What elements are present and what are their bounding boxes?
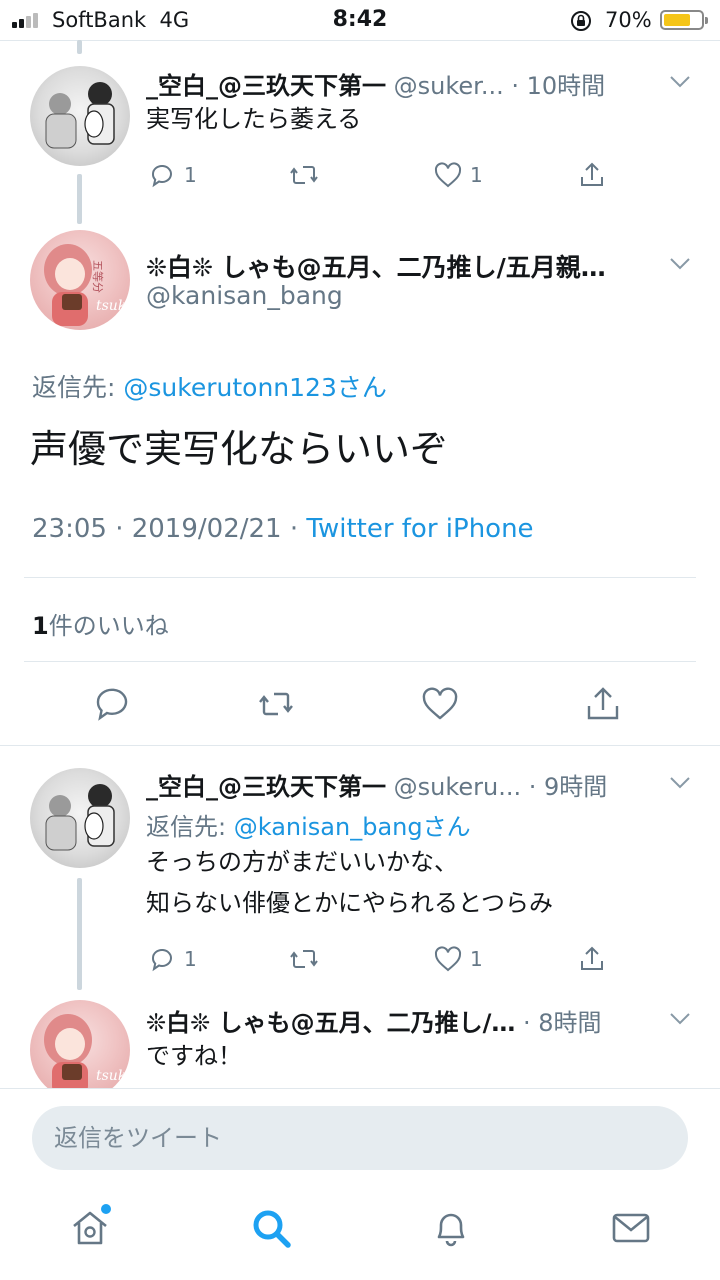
avatar-anime-image: tsuki: [44, 1014, 130, 1096]
like-count: 1: [470, 163, 483, 187]
heart-icon[interactable]: [420, 684, 460, 724]
tweet-text: 声優で実写化ならいいぞ: [30, 427, 449, 471]
thread-line: [77, 40, 82, 54]
heart-icon: [434, 162, 462, 188]
reply-to-prefix: 返信先:: [32, 373, 116, 402]
retweet-button[interactable]: [288, 942, 320, 976]
reply-to-prefix: 返信先:: [146, 813, 227, 841]
reply-to-line: 返信先: @sukerutonn123さん: [32, 368, 387, 404]
user-handle[interactable]: @suker...: [394, 72, 504, 100]
retweet-icon[interactable]: [256, 684, 296, 724]
likes-summary[interactable]: 1件のいいね: [32, 606, 169, 641]
bell-icon: [437, 1213, 465, 1247]
user-handle[interactable]: @kanisan_bang: [146, 281, 343, 310]
svg-text:五等分: 五等分: [91, 260, 105, 293]
reply-icon: [151, 164, 172, 188]
svg-text:tsuki: tsuki: [96, 1068, 130, 1084]
tweet-header: _空白_@三玖天下第一 @suker... · 10時間: [146, 66, 656, 101]
thread-line: [77, 174, 82, 224]
avatar[interactable]: 五等分 tsuki: [30, 230, 130, 330]
search-icon: [253, 1210, 291, 1248]
retweet-icon: [290, 950, 318, 968]
tweet-header: _空白_@三玖天下第一 @sukeru... · 9時間: [146, 767, 656, 802]
display-name[interactable]: _空白_@三玖天下第一: [146, 773, 386, 801]
reply-button[interactable]: 1: [146, 158, 197, 192]
avatar-manga-image: [45, 784, 115, 851]
reply-input[interactable]: [32, 1106, 688, 1170]
avatar-manga-image: [45, 82, 115, 149]
likes-label: 件のいいね: [48, 612, 169, 640]
display-name[interactable]: ❊白❊ しゃも@五月、二乃推し/…: [146, 1009, 515, 1037]
heart-icon: [434, 946, 462, 972]
chevron-down-icon[interactable]: [669, 257, 691, 271]
tab-search[interactable]: [249, 1206, 293, 1250]
avatar[interactable]: [30, 66, 130, 166]
reply-icon[interactable]: [93, 684, 133, 724]
reply-button[interactable]: 1: [146, 942, 197, 976]
user-handle[interactable]: @sukeru...: [394, 773, 522, 801]
reply-to-mention[interactable]: @kanisan_bangさん: [234, 813, 471, 841]
like-count: 1: [470, 947, 483, 971]
avatar[interactable]: tsuki: [30, 1000, 130, 1100]
retweet-button[interactable]: [288, 158, 320, 192]
tab-messages[interactable]: [609, 1206, 653, 1250]
share-button[interactable]: [576, 158, 608, 192]
divider: [0, 745, 720, 746]
tweet-text-line: そっちの方がまだいいかな、: [146, 848, 458, 876]
rotation-lock-icon: [571, 11, 591, 31]
tab-notifications[interactable]: [429, 1206, 473, 1250]
tweet-text: 実写化したら萎える: [146, 105, 362, 133]
tweet-text: ですね！: [146, 1042, 242, 1070]
reply-bar: [0, 1088, 720, 1190]
reply-icon: [151, 948, 172, 972]
reply-to-line: 返信先: @kanisan_bangさん: [146, 807, 471, 842]
share-icon: [581, 946, 603, 970]
tweet-timestamp: 23:05 · 2019/02/21 ·: [32, 514, 307, 544]
divider: [24, 577, 696, 578]
divider: [0, 40, 720, 41]
battery-percent: 70%: [605, 8, 652, 32]
display-name[interactable]: _空白_@三玖天下第一: [146, 72, 386, 100]
reply-count: 1: [184, 947, 197, 971]
tweet-time: · 8時間: [522, 1009, 602, 1037]
status-bar: SoftBank 4G 8:42 70%: [0, 0, 720, 40]
share-button[interactable]: [576, 942, 608, 976]
likes-count: 1: [32, 612, 49, 640]
display-name[interactable]: ❊白❊ しゃも@五月、二乃推し/五月親…: [146, 248, 606, 284]
divider: [24, 661, 696, 662]
share-icon: [581, 162, 603, 186]
mail-icon: [612, 1213, 650, 1243]
avatar-anime-image: 五等分 tsuki: [44, 244, 130, 326]
tweet-text-line: 知らない俳優とかにやられるとつらみ: [146, 889, 554, 917]
new-activity-dot: [101, 1204, 111, 1214]
tweet-time: · 9時間: [528, 773, 608, 801]
tweet-header: ❊白❊ しゃも@五月、二乃推し/… · 8時間: [146, 1003, 656, 1038]
share-icon[interactable]: [583, 684, 623, 724]
tweet-meta: 23:05 · 2019/02/21 · Twitter for iPhone: [32, 514, 534, 544]
battery-icon: [660, 10, 708, 30]
chevron-down-icon[interactable]: [669, 75, 691, 89]
thread-line: [77, 878, 82, 990]
svg-text:tsuki: tsuki: [96, 298, 130, 314]
chevron-down-icon[interactable]: [669, 776, 691, 790]
like-button[interactable]: 1: [432, 158, 483, 192]
tweet-source[interactable]: Twitter for iPhone: [306, 514, 533, 544]
reply-to-mention[interactable]: @sukerutonn123さん: [123, 373, 386, 402]
reply-count: 1: [184, 163, 197, 187]
like-button[interactable]: 1: [432, 942, 483, 976]
chevron-down-icon[interactable]: [669, 1012, 691, 1026]
avatar[interactable]: [30, 768, 130, 868]
tweet-time: · 10時間: [511, 72, 606, 100]
retweet-icon: [290, 166, 318, 184]
